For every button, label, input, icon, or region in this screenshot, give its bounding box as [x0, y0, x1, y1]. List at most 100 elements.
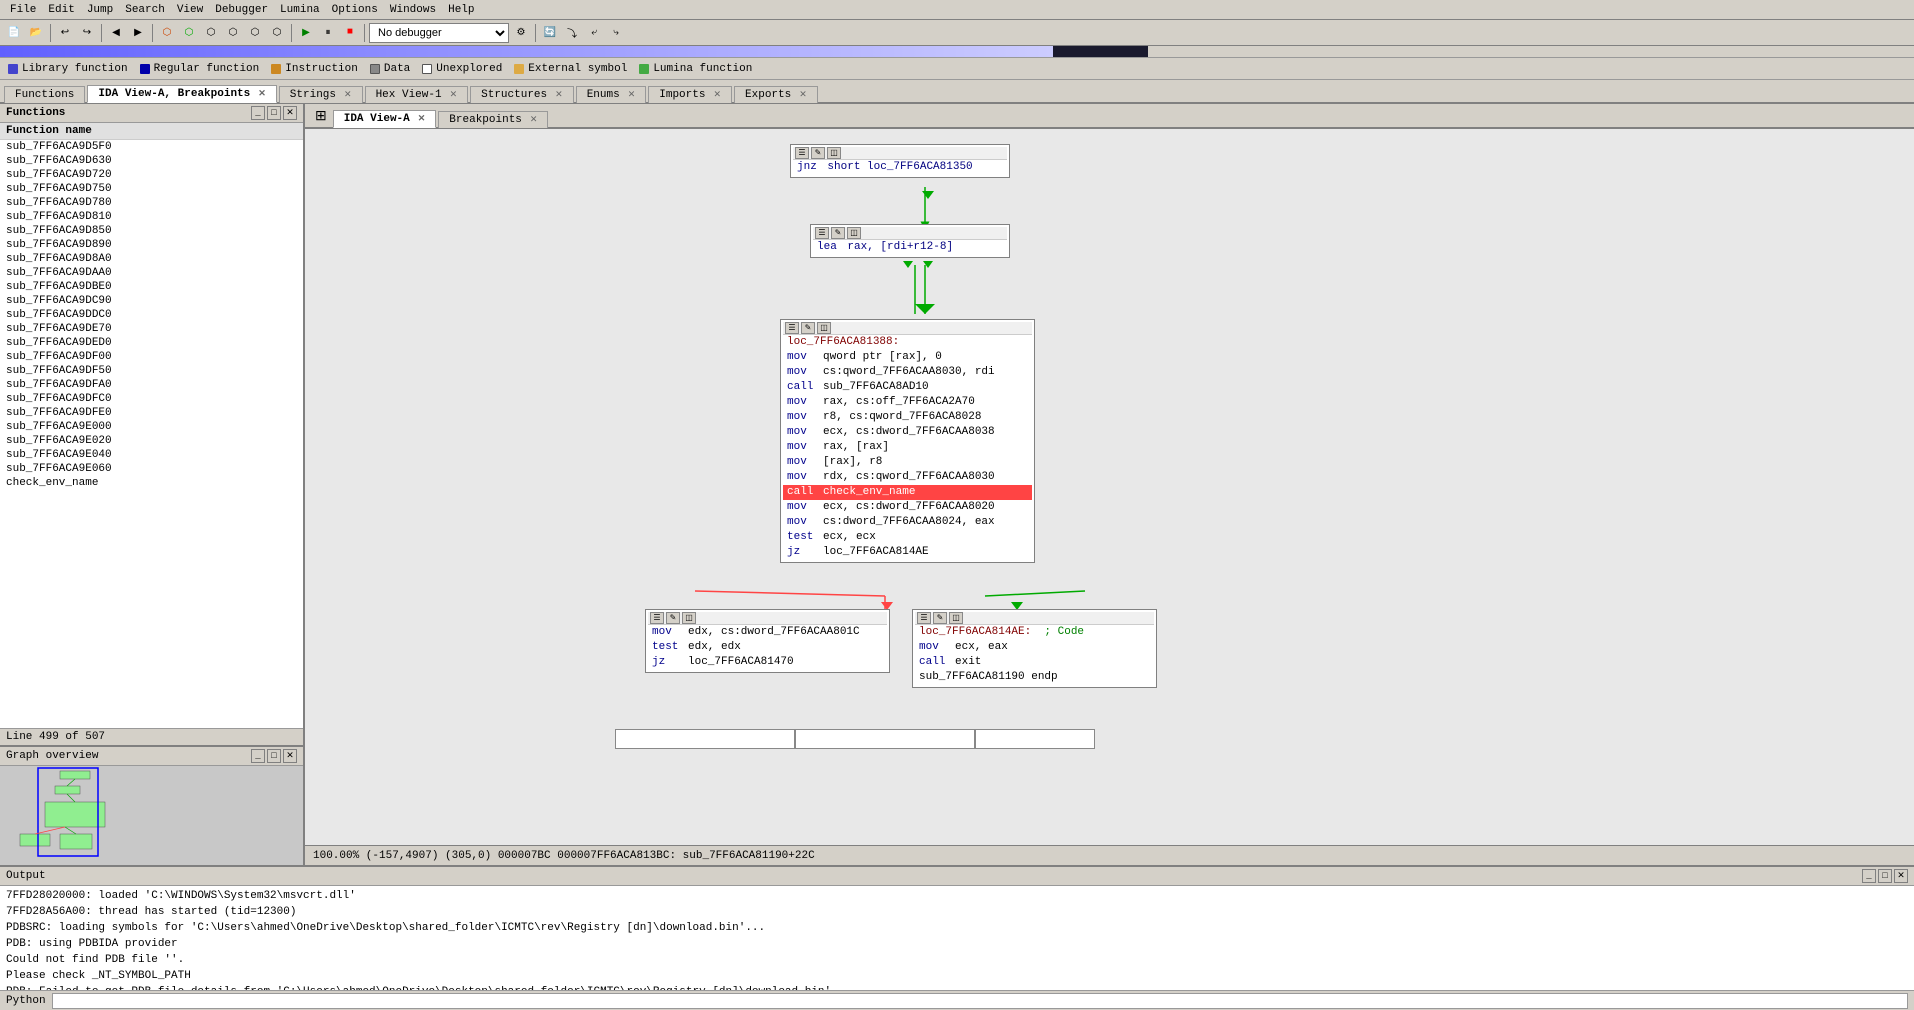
asm-block-jnz[interactable]: ☰ ✎ ◫ jnz short loc_7FF6ACA81350 — [790, 144, 1010, 178]
output-panel-minimize[interactable]: _ — [1862, 869, 1876, 883]
menu-options[interactable]: Options — [326, 3, 384, 17]
menu-windows[interactable]: Windows — [384, 3, 442, 17]
func-item[interactable]: sub_7FF6ACA9E020 — [0, 434, 303, 448]
toolbar-refresh[interactable]: 🔄 — [540, 23, 560, 43]
tab-hex-view[interactable]: Hex View-1 ✕ — [365, 86, 469, 103]
tab-ida-view-a-close[interactable]: ✕ — [418, 114, 426, 124]
asm-block-left-branch[interactable]: ☰ ✎ ◫ movedx, cs:dword_7FF6ACAA801C test… — [645, 609, 890, 673]
toolbar-pause[interactable]: ⏸ — [318, 23, 338, 43]
func-item[interactable]: sub_7FF6ACA9D720 — [0, 168, 303, 182]
toolbar-nav-fwd[interactable]: ▶ — [128, 23, 148, 43]
toolbar-step-out[interactable]: ⤷ — [606, 23, 626, 43]
func-item[interactable]: sub_7FF6ACA9D630 — [0, 154, 303, 168]
tab-exports[interactable]: Exports ✕ — [734, 86, 818, 103]
toolbar-btn1[interactable]: ⬡ — [157, 23, 177, 43]
asm-icon-edit-3[interactable]: ✎ — [801, 322, 815, 334]
func-item[interactable]: sub_7FF6ACA9DFA0 — [0, 378, 303, 392]
menu-debugger[interactable]: Debugger — [209, 3, 274, 17]
asm-icon-view-3[interactable]: ◫ — [817, 322, 831, 334]
menu-view[interactable]: View — [171, 3, 209, 17]
func-item[interactable]: sub_7FF6ACA9D750 — [0, 182, 303, 196]
asm-icon-list-3[interactable]: ☰ — [785, 322, 799, 334]
menu-help[interactable]: Help — [442, 3, 480, 17]
func-item[interactable]: sub_7FF6ACA9DFC0 — [0, 392, 303, 406]
toolbar-btn4[interactable]: ⬡ — [223, 23, 243, 43]
func-item[interactable]: sub_7FF6ACA9DE70 — [0, 322, 303, 336]
toolbar-btn6[interactable]: ⬡ — [267, 23, 287, 43]
asm-block-lea[interactable]: ☰ ✎ ◫ lea rax, [rdi+r12-8] — [810, 224, 1010, 258]
toolbar-redo[interactable]: ↪ — [77, 23, 97, 43]
debugger-select[interactable]: No debugger Local Windows debugger Remot… — [369, 23, 509, 43]
func-item[interactable]: sub_7FF6ACA9E060 — [0, 462, 303, 476]
tab-strings-close[interactable]: ✕ — [344, 90, 352, 100]
output-panel-float[interactable]: □ — [1878, 869, 1892, 883]
func-item[interactable]: sub_7FF6ACA9E000 — [0, 420, 303, 434]
func-item[interactable]: sub_7FF6ACA9DF50 — [0, 364, 303, 378]
tab-ida-breakpoints[interactable]: IDA View-A, Breakpoints ✕ — [87, 85, 276, 103]
toolbar-step-over[interactable]: ⤵ — [562, 23, 582, 43]
ida-view-nav-icon[interactable]: ⊞ — [309, 106, 333, 127]
asm-icon-view-5[interactable]: ◫ — [949, 612, 963, 624]
toolbar-stop[interactable]: ■ — [340, 23, 360, 43]
menu-edit[interactable]: Edit — [42, 3, 80, 17]
graph-canvas[interactable] — [0, 766, 303, 865]
output-content[interactable]: 7FFD28020000: loaded 'C:\WINDOWS\System3… — [0, 886, 1914, 990]
asm-icon-list-2[interactable]: ☰ — [815, 227, 829, 239]
tab-ida-view-a[interactable]: IDA View-A ✕ — [333, 110, 437, 128]
func-item[interactable]: sub_7FF6ACA9D810 — [0, 210, 303, 224]
asm-block-main[interactable]: ☰ ✎ ◫ loc_7FF6ACA81388: movqword ptr [ra… — [780, 319, 1035, 563]
tab-structures-close[interactable]: ✕ — [555, 90, 563, 100]
func-item[interactable]: sub_7FF6ACA9DC90 — [0, 294, 303, 308]
asm-icon-edit-4[interactable]: ✎ — [666, 612, 680, 624]
asm-icon-view-2[interactable]: ◫ — [847, 227, 861, 239]
asm-block-bottom-center[interactable] — [795, 729, 975, 749]
output-panel-close[interactable]: ✕ — [1894, 869, 1908, 883]
toolbar-settings[interactable]: ⚙ — [511, 23, 531, 43]
tab-functions[interactable]: Functions — [4, 86, 85, 103]
func-item[interactable]: sub_7FF6ACA9DDC0 — [0, 308, 303, 322]
func-item[interactable]: sub_7FF6ACA9D8A0 — [0, 252, 303, 266]
toolbar-btn2[interactable]: ⬡ — [179, 23, 199, 43]
asm-icon-list-4[interactable]: ☰ — [650, 612, 664, 624]
graph-overview-float[interactable]: □ — [267, 749, 281, 763]
graph-overview-close[interactable]: ✕ — [283, 749, 297, 763]
func-item[interactable]: sub_7FF6ACA9E040 — [0, 448, 303, 462]
menu-search[interactable]: Search — [119, 3, 171, 17]
menu-lumina[interactable]: Lumina — [274, 3, 326, 17]
func-item[interactable]: sub_7FF6ACA9D5F0 — [0, 140, 303, 154]
asm-icon-list[interactable]: ☰ — [795, 147, 809, 159]
asm-icon-view-4[interactable]: ◫ — [682, 612, 696, 624]
function-list[interactable]: sub_7FF6ACA9D5F0 sub_7FF6ACA9D630 sub_7F… — [0, 140, 303, 728]
tab-hex-view-close[interactable]: ✕ — [450, 90, 458, 100]
toolbar-run[interactable]: ▶ — [296, 23, 316, 43]
graph-overview-minimize[interactable]: _ — [251, 749, 265, 763]
func-item[interactable]: sub_7FF6ACA9D780 — [0, 196, 303, 210]
tab-breakpoints[interactable]: Breakpoints ✕ — [438, 111, 548, 128]
asm-icon-view[interactable]: ◫ — [827, 147, 841, 159]
func-item-check-env[interactable]: check_env_name — [0, 476, 303, 490]
menu-file[interactable]: File — [4, 3, 42, 17]
toolbar-btn3[interactable]: ⬡ — [201, 23, 221, 43]
functions-panel-close[interactable]: ✕ — [283, 106, 297, 120]
toolbar-btn5[interactable]: ⬡ — [245, 23, 265, 43]
toolbar-undo[interactable]: ↩ — [55, 23, 75, 43]
func-item[interactable]: sub_7FF6ACA9DBE0 — [0, 280, 303, 294]
functions-panel-minimize[interactable]: _ — [251, 106, 265, 120]
toolbar-nav-back[interactable]: ◀ — [106, 23, 126, 43]
tab-breakpoints-close[interactable]: ✕ — [530, 115, 538, 125]
asm-block-right-branch[interactable]: ☰ ✎ ◫ loc_7FF6ACA814AE: ; Code movecx, e… — [912, 609, 1157, 688]
python-input[interactable] — [52, 993, 1908, 1009]
func-item[interactable]: sub_7FF6ACA9DFE0 — [0, 406, 303, 420]
tab-exports-close[interactable]: ✕ — [799, 90, 807, 100]
tab-imports[interactable]: Imports ✕ — [648, 86, 732, 103]
ida-view-area[interactable]: ☰ ✎ ◫ jnz short loc_7FF6ACA81350 — [305, 129, 1914, 845]
func-item[interactable]: sub_7FF6ACA9DED0 — [0, 336, 303, 350]
asm-icon-edit-2[interactable]: ✎ — [831, 227, 845, 239]
tab-structures[interactable]: Structures ✕ — [470, 86, 574, 103]
toolbar-step-into[interactable]: ⤶ — [584, 23, 604, 43]
func-item[interactable]: sub_7FF6ACA9DF00 — [0, 350, 303, 364]
tab-enums[interactable]: Enums ✕ — [576, 86, 647, 103]
asm-icon-edit-5[interactable]: ✎ — [933, 612, 947, 624]
tab-ida-breakpoints-close[interactable]: ✕ — [258, 89, 266, 99]
tab-strings[interactable]: Strings ✕ — [279, 86, 363, 103]
